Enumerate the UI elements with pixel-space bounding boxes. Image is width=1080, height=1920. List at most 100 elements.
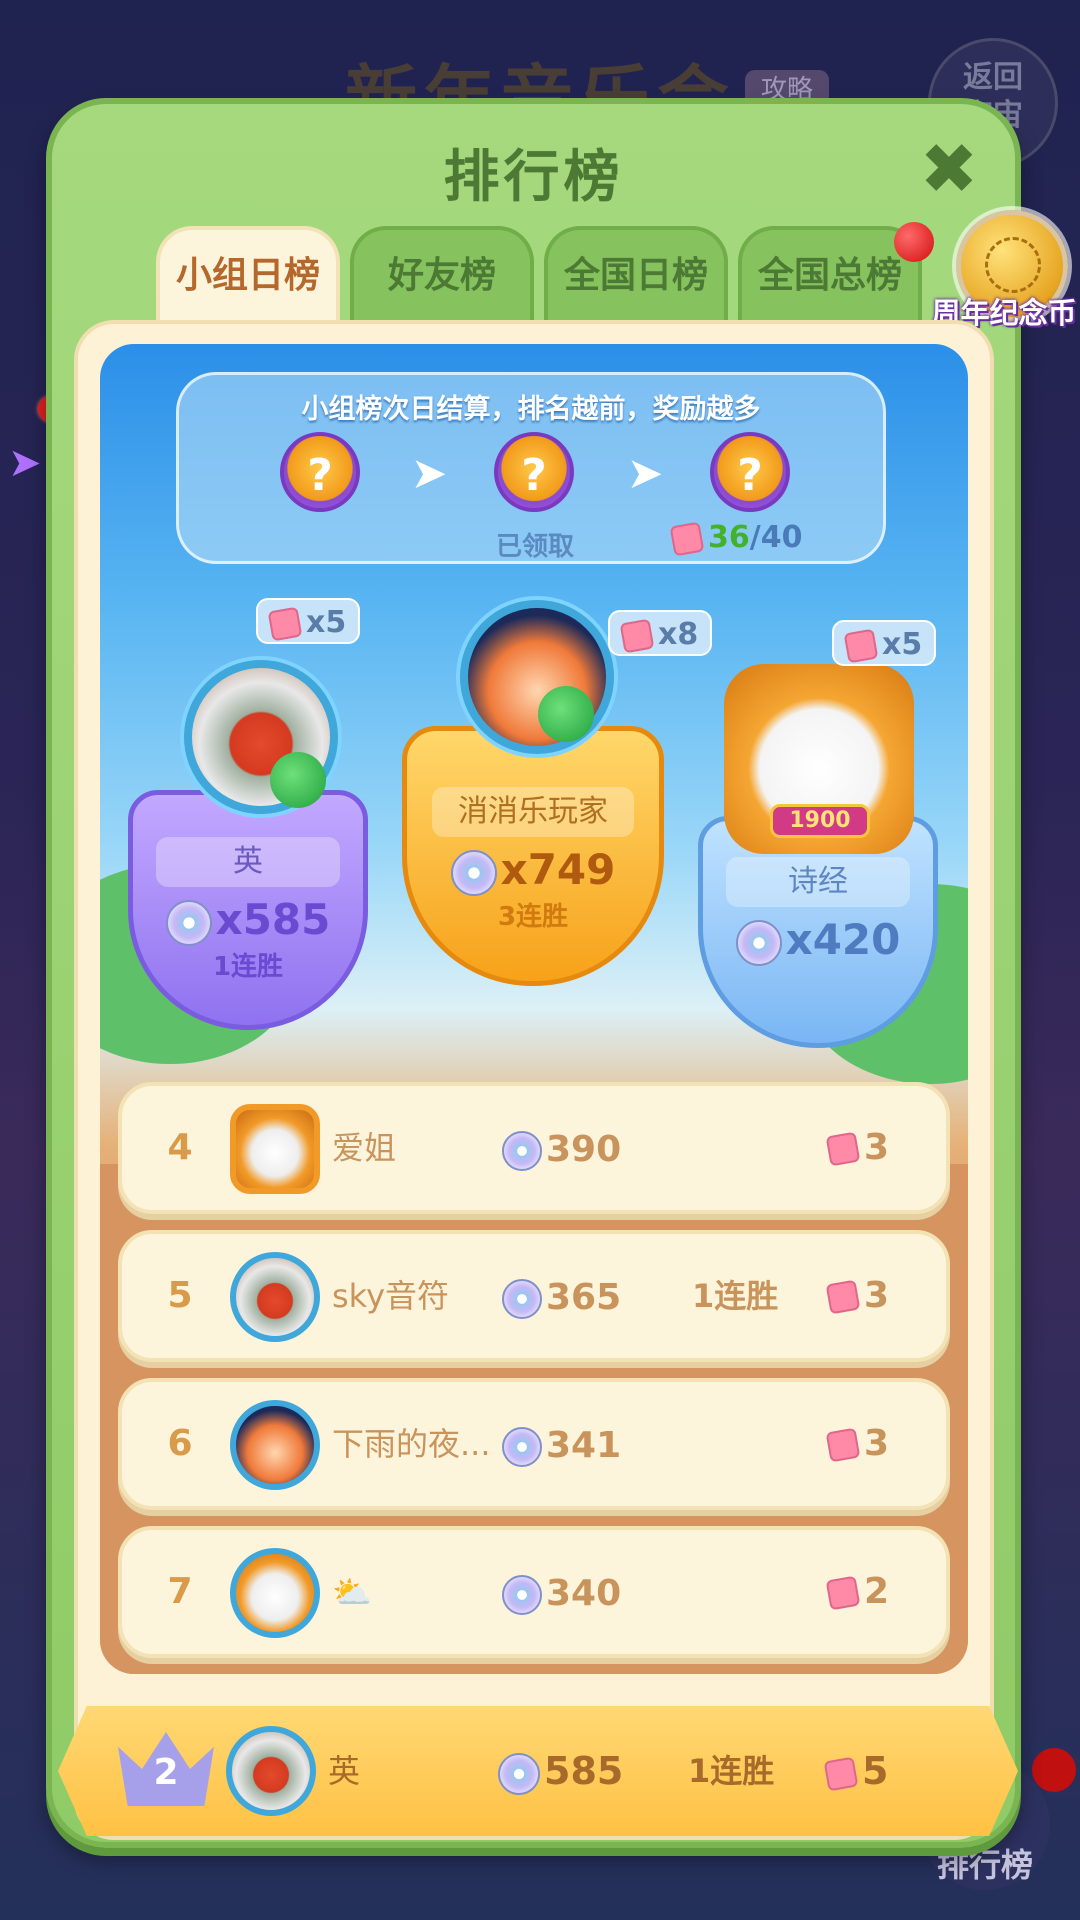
reward-count: x5 bbox=[306, 605, 347, 640]
disc-icon bbox=[498, 1752, 540, 1795]
avatar bbox=[226, 1726, 316, 1816]
chevron-right-icon: ➤ bbox=[410, 448, 448, 499]
my-rank-bar[interactable]: 2 英 585 1连胜 5 bbox=[58, 1706, 1018, 1836]
player-score: 390 bbox=[502, 1122, 621, 1178]
claimed-label: 已领取 bbox=[496, 532, 575, 562]
player-score: 340 bbox=[502, 1566, 621, 1622]
disc-icon bbox=[735, 919, 782, 966]
disc-icon bbox=[502, 1131, 542, 1171]
player-name: sky音符 bbox=[332, 1277, 450, 1315]
reward-chest-icon[interactable]: ? bbox=[280, 432, 360, 512]
player-score: 365 bbox=[502, 1270, 621, 1326]
rank-number: 5 bbox=[167, 1275, 193, 1316]
tab-national-daily[interactable]: 全国日榜 bbox=[544, 226, 728, 326]
my-name: 英 bbox=[328, 1752, 361, 1790]
reward-chest-icon[interactable]: ? bbox=[494, 432, 574, 512]
score-value: x749 bbox=[500, 845, 616, 894]
player-score: x420 bbox=[703, 915, 933, 966]
score-value: 341 bbox=[546, 1425, 622, 1466]
my-streak: 1连胜 bbox=[688, 1752, 775, 1790]
score-value: x585 bbox=[215, 895, 331, 944]
puzzle-piece-icon bbox=[825, 1575, 861, 1611]
puzzle-value: 2 bbox=[864, 1571, 890, 1612]
player-score: x749 bbox=[407, 845, 659, 896]
list-item[interactable]: 5 sky音符 365 1连胜 3 bbox=[118, 1230, 950, 1362]
tab-friends[interactable]: 好友榜 bbox=[350, 226, 534, 326]
puzzle-reward-bubble: x5 bbox=[832, 620, 937, 666]
puzzle-piece-icon bbox=[825, 1279, 861, 1315]
player-name: 英 bbox=[156, 837, 340, 887]
reward-chest-icon[interactable]: ? bbox=[710, 432, 790, 512]
puzzle-piece-icon bbox=[669, 521, 705, 556]
disc-icon bbox=[502, 1575, 542, 1615]
player-score: 341 bbox=[502, 1418, 621, 1474]
player-name: 诗经 bbox=[726, 857, 910, 907]
avatar bbox=[230, 1252, 320, 1342]
disc-icon bbox=[450, 849, 497, 896]
player-score: x585 bbox=[133, 895, 363, 946]
close-icon[interactable]: ✖ bbox=[914, 134, 984, 204]
score-value: 390 bbox=[546, 1129, 622, 1170]
disc-icon bbox=[165, 899, 212, 946]
avatar[interactable] bbox=[460, 600, 614, 754]
score-value: 340 bbox=[546, 1573, 622, 1614]
podium-second[interactable]: 英 x585 1连胜 bbox=[128, 790, 368, 1030]
rank-number: 4 bbox=[167, 1127, 193, 1168]
list-item[interactable]: 4 爱姐 390 3 bbox=[118, 1082, 950, 1214]
tab-group-daily[interactable]: 小组日榜 bbox=[156, 226, 340, 330]
player-streak: 1连胜 bbox=[212, 951, 284, 982]
rank-number: 6 bbox=[167, 1423, 193, 1464]
player-name: 爱姐 bbox=[332, 1129, 397, 1167]
player-name: 消消乐玩家 bbox=[432, 787, 634, 837]
puzzle-value: 5 bbox=[862, 1749, 889, 1793]
level-badge: 1900 bbox=[770, 804, 870, 838]
list-item[interactable]: 7 ⛅ 340 2 bbox=[118, 1526, 950, 1658]
coin-face-icon bbox=[985, 237, 1041, 293]
arrow-icon: ➤ bbox=[8, 440, 42, 486]
puzzle-count: 3 bbox=[825, 1234, 890, 1358]
puzzle-count: 3 bbox=[825, 1382, 889, 1506]
puzzle-reward-bubble: x8 bbox=[608, 610, 713, 656]
avatar bbox=[230, 1400, 320, 1490]
my-rank-number: 2 bbox=[153, 1752, 179, 1793]
reward-count: x5 bbox=[882, 627, 923, 662]
score-value: 365 bbox=[546, 1277, 622, 1318]
avatar bbox=[230, 1548, 320, 1638]
puzzle-value: 3 bbox=[864, 1127, 890, 1168]
my-score: 585 bbox=[498, 1706, 623, 1836]
puzzle-piece-icon bbox=[619, 618, 655, 653]
puzzle-value: 3 bbox=[864, 1275, 890, 1316]
avatar bbox=[230, 1104, 320, 1194]
disc-icon bbox=[502, 1427, 542, 1467]
leaf-decoration-icon bbox=[270, 752, 326, 808]
reward-info-text: 小组榜次日结算，排名越前，奖励越多 bbox=[301, 394, 761, 425]
puzzle-piece-icon bbox=[825, 1427, 861, 1463]
progress-total: 40 bbox=[760, 520, 803, 555]
chevron-right-icon: ➤ bbox=[626, 448, 664, 499]
puzzle-count: 3 bbox=[825, 1086, 890, 1210]
puzzle-piece-icon bbox=[825, 1131, 861, 1167]
leaf-decoration-icon bbox=[538, 686, 594, 742]
my-puzzle-count: 5 bbox=[823, 1706, 889, 1836]
leaderboard-label: 排行榜 bbox=[936, 1846, 1033, 1884]
puzzle-reward-bubble: x5 bbox=[256, 598, 361, 644]
notification-dot bbox=[1032, 1748, 1076, 1792]
list-item[interactable]: 6 下雨的夜... 341 3 bbox=[118, 1378, 950, 1510]
podium-first[interactable]: 消消乐玩家 x749 3连胜 bbox=[402, 726, 664, 986]
puzzle-piece-icon bbox=[843, 628, 879, 663]
player-streak: 1连胜 bbox=[692, 1277, 779, 1315]
puzzle-count: 2 bbox=[825, 1530, 890, 1654]
panel-title: 排行榜 bbox=[443, 145, 624, 210]
notification-dot bbox=[894, 222, 934, 262]
score-value: x420 bbox=[785, 915, 901, 964]
progress-separator: / bbox=[749, 520, 761, 555]
disc-icon bbox=[502, 1279, 542, 1319]
player-streak: 3连胜 bbox=[497, 901, 569, 932]
puzzle-piece-icon bbox=[823, 1756, 859, 1791]
puzzle-piece-icon bbox=[267, 606, 303, 641]
reward-count: x8 bbox=[658, 617, 699, 652]
player-name: ⛅ bbox=[332, 1573, 372, 1611]
puzzle-progress: 36/40 bbox=[669, 520, 803, 556]
player-name: 下雨的夜... bbox=[332, 1425, 491, 1463]
rank-number: 7 bbox=[167, 1571, 193, 1612]
